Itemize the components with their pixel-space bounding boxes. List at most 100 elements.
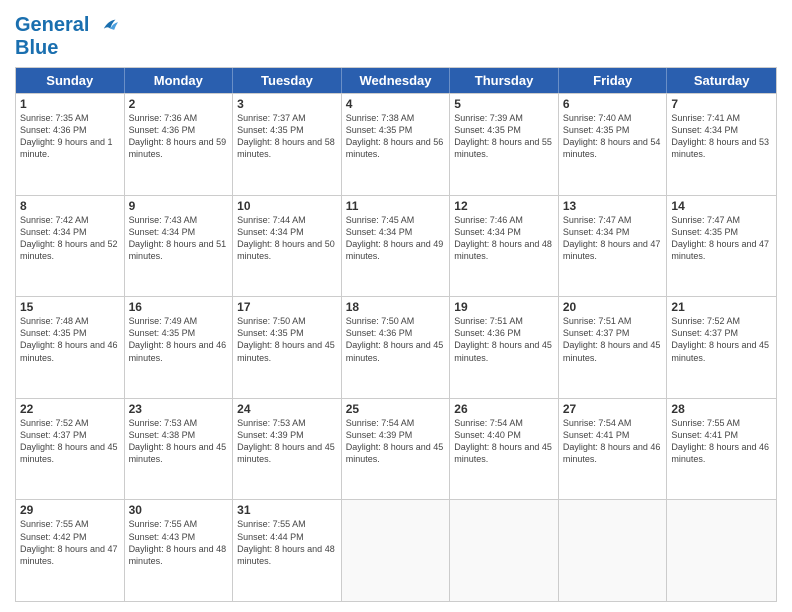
calendar-cell-10: 10 Sunrise: 7:44 AMSunset: 4:34 PMDaylig…	[233, 196, 342, 297]
calendar-cell-13: 13 Sunrise: 7:47 AMSunset: 4:34 PMDaylig…	[559, 196, 668, 297]
calendar-cell-28: 28 Sunrise: 7:55 AMSunset: 4:41 PMDaylig…	[667, 399, 776, 500]
logo-bird-icon	[97, 17, 121, 35]
calendar-cell-5: 5 Sunrise: 7:39 AMSunset: 4:35 PMDayligh…	[450, 94, 559, 195]
day-number: 2	[129, 97, 229, 111]
cell-info: Sunrise: 7:49 AMSunset: 4:35 PMDaylight:…	[129, 315, 229, 364]
calendar-cell-9: 9 Sunrise: 7:43 AMSunset: 4:34 PMDayligh…	[125, 196, 234, 297]
day-number: 6	[563, 97, 663, 111]
cell-info: Sunrise: 7:54 AMSunset: 4:40 PMDaylight:…	[454, 417, 554, 466]
day-number: 22	[20, 402, 120, 416]
day-number: 19	[454, 300, 554, 314]
calendar-cell-8: 8 Sunrise: 7:42 AMSunset: 4:34 PMDayligh…	[16, 196, 125, 297]
calendar-row-3: 15 Sunrise: 7:48 AMSunset: 4:35 PMDaylig…	[16, 296, 776, 398]
calendar-cell-27: 27 Sunrise: 7:54 AMSunset: 4:41 PMDaylig…	[559, 399, 668, 500]
cell-info: Sunrise: 7:54 AMSunset: 4:41 PMDaylight:…	[563, 417, 663, 466]
calendar-cell-30: 30 Sunrise: 7:55 AMSunset: 4:43 PMDaylig…	[125, 500, 234, 601]
weekday-header-wednesday: Wednesday	[342, 68, 451, 93]
cell-info: Sunrise: 7:43 AMSunset: 4:34 PMDaylight:…	[129, 214, 229, 263]
calendar-cell-empty	[667, 500, 776, 601]
cell-info: Sunrise: 7:51 AMSunset: 4:37 PMDaylight:…	[563, 315, 663, 364]
calendar-cell-11: 11 Sunrise: 7:45 AMSunset: 4:34 PMDaylig…	[342, 196, 451, 297]
calendar-row-1: 1 Sunrise: 7:35 AMSunset: 4:36 PMDayligh…	[16, 93, 776, 195]
weekday-header-monday: Monday	[125, 68, 234, 93]
day-number: 17	[237, 300, 337, 314]
cell-info: Sunrise: 7:47 AMSunset: 4:35 PMDaylight:…	[671, 214, 772, 263]
cell-info: Sunrise: 7:47 AMSunset: 4:34 PMDaylight:…	[563, 214, 663, 263]
weekday-header-sunday: Sunday	[16, 68, 125, 93]
day-number: 11	[346, 199, 446, 213]
calendar-cell-16: 16 Sunrise: 7:49 AMSunset: 4:35 PMDaylig…	[125, 297, 234, 398]
day-number: 23	[129, 402, 229, 416]
cell-info: Sunrise: 7:55 AMSunset: 4:41 PMDaylight:…	[671, 417, 772, 466]
calendar-cell-25: 25 Sunrise: 7:54 AMSunset: 4:39 PMDaylig…	[342, 399, 451, 500]
cell-info: Sunrise: 7:52 AMSunset: 4:37 PMDaylight:…	[671, 315, 772, 364]
calendar-cell-3: 3 Sunrise: 7:37 AMSunset: 4:35 PMDayligh…	[233, 94, 342, 195]
day-number: 18	[346, 300, 446, 314]
calendar-cell-12: 12 Sunrise: 7:46 AMSunset: 4:34 PMDaylig…	[450, 196, 559, 297]
day-number: 20	[563, 300, 663, 314]
day-number: 15	[20, 300, 120, 314]
calendar-cell-2: 2 Sunrise: 7:36 AMSunset: 4:36 PMDayligh…	[125, 94, 234, 195]
cell-info: Sunrise: 7:42 AMSunset: 4:34 PMDaylight:…	[20, 214, 120, 263]
calendar-cell-empty	[559, 500, 668, 601]
cell-info: Sunrise: 7:38 AMSunset: 4:35 PMDaylight:…	[346, 112, 446, 161]
calendar-row-5: 29 Sunrise: 7:55 AMSunset: 4:42 PMDaylig…	[16, 499, 776, 601]
calendar: SundayMondayTuesdayWednesdayThursdayFrid…	[15, 67, 777, 602]
day-number: 21	[671, 300, 772, 314]
calendar-cell-22: 22 Sunrise: 7:52 AMSunset: 4:37 PMDaylig…	[16, 399, 125, 500]
cell-info: Sunrise: 7:51 AMSunset: 4:36 PMDaylight:…	[454, 315, 554, 364]
day-number: 27	[563, 402, 663, 416]
cell-info: Sunrise: 7:40 AMSunset: 4:35 PMDaylight:…	[563, 112, 663, 161]
cell-info: Sunrise: 7:50 AMSunset: 4:36 PMDaylight:…	[346, 315, 446, 364]
calendar-cell-23: 23 Sunrise: 7:53 AMSunset: 4:38 PMDaylig…	[125, 399, 234, 500]
cell-info: Sunrise: 7:46 AMSunset: 4:34 PMDaylight:…	[454, 214, 554, 263]
calendar-cell-18: 18 Sunrise: 7:50 AMSunset: 4:36 PMDaylig…	[342, 297, 451, 398]
day-number: 3	[237, 97, 337, 111]
cell-info: Sunrise: 7:35 AMSunset: 4:36 PMDaylight:…	[20, 112, 120, 161]
cell-info: Sunrise: 7:44 AMSunset: 4:34 PMDaylight:…	[237, 214, 337, 263]
day-number: 1	[20, 97, 120, 111]
weekday-header-friday: Friday	[559, 68, 668, 93]
cell-info: Sunrise: 7:55 AMSunset: 4:44 PMDaylight:…	[237, 518, 337, 567]
page: General Blue SundayMondayTuesdayWednesda…	[0, 0, 792, 612]
day-number: 7	[671, 97, 772, 111]
cell-info: Sunrise: 7:37 AMSunset: 4:35 PMDaylight:…	[237, 112, 337, 161]
calendar-cell-26: 26 Sunrise: 7:54 AMSunset: 4:40 PMDaylig…	[450, 399, 559, 500]
day-number: 5	[454, 97, 554, 111]
cell-info: Sunrise: 7:54 AMSunset: 4:39 PMDaylight:…	[346, 417, 446, 466]
calendar-cell-1: 1 Sunrise: 7:35 AMSunset: 4:36 PMDayligh…	[16, 94, 125, 195]
calendar-body: 1 Sunrise: 7:35 AMSunset: 4:36 PMDayligh…	[16, 93, 776, 601]
day-number: 10	[237, 199, 337, 213]
calendar-cell-6: 6 Sunrise: 7:40 AMSunset: 4:35 PMDayligh…	[559, 94, 668, 195]
calendar-cell-15: 15 Sunrise: 7:48 AMSunset: 4:35 PMDaylig…	[16, 297, 125, 398]
calendar-cell-29: 29 Sunrise: 7:55 AMSunset: 4:42 PMDaylig…	[16, 500, 125, 601]
day-number: 9	[129, 199, 229, 213]
calendar-row-2: 8 Sunrise: 7:42 AMSunset: 4:34 PMDayligh…	[16, 195, 776, 297]
logo-text: General	[15, 14, 121, 37]
calendar-row-4: 22 Sunrise: 7:52 AMSunset: 4:37 PMDaylig…	[16, 398, 776, 500]
day-number: 16	[129, 300, 229, 314]
day-number: 29	[20, 503, 120, 517]
day-number: 30	[129, 503, 229, 517]
day-number: 12	[454, 199, 554, 213]
cell-info: Sunrise: 7:39 AMSunset: 4:35 PMDaylight:…	[454, 112, 554, 161]
calendar-cell-4: 4 Sunrise: 7:38 AMSunset: 4:35 PMDayligh…	[342, 94, 451, 195]
header: General Blue	[15, 10, 777, 59]
calendar-cell-7: 7 Sunrise: 7:41 AMSunset: 4:34 PMDayligh…	[667, 94, 776, 195]
day-number: 26	[454, 402, 554, 416]
calendar-cell-20: 20 Sunrise: 7:51 AMSunset: 4:37 PMDaylig…	[559, 297, 668, 398]
cell-info: Sunrise: 7:53 AMSunset: 4:39 PMDaylight:…	[237, 417, 337, 466]
day-number: 25	[346, 402, 446, 416]
calendar-cell-19: 19 Sunrise: 7:51 AMSunset: 4:36 PMDaylig…	[450, 297, 559, 398]
day-number: 24	[237, 402, 337, 416]
cell-info: Sunrise: 7:55 AMSunset: 4:43 PMDaylight:…	[129, 518, 229, 567]
calendar-cell-31: 31 Sunrise: 7:55 AMSunset: 4:44 PMDaylig…	[233, 500, 342, 601]
weekday-header-tuesday: Tuesday	[233, 68, 342, 93]
calendar-cell-14: 14 Sunrise: 7:47 AMSunset: 4:35 PMDaylig…	[667, 196, 776, 297]
calendar-header: SundayMondayTuesdayWednesdayThursdayFrid…	[16, 68, 776, 93]
cell-info: Sunrise: 7:41 AMSunset: 4:34 PMDaylight:…	[671, 112, 772, 161]
day-number: 4	[346, 97, 446, 111]
calendar-cell-17: 17 Sunrise: 7:50 AMSunset: 4:35 PMDaylig…	[233, 297, 342, 398]
day-number: 8	[20, 199, 120, 213]
day-number: 13	[563, 199, 663, 213]
